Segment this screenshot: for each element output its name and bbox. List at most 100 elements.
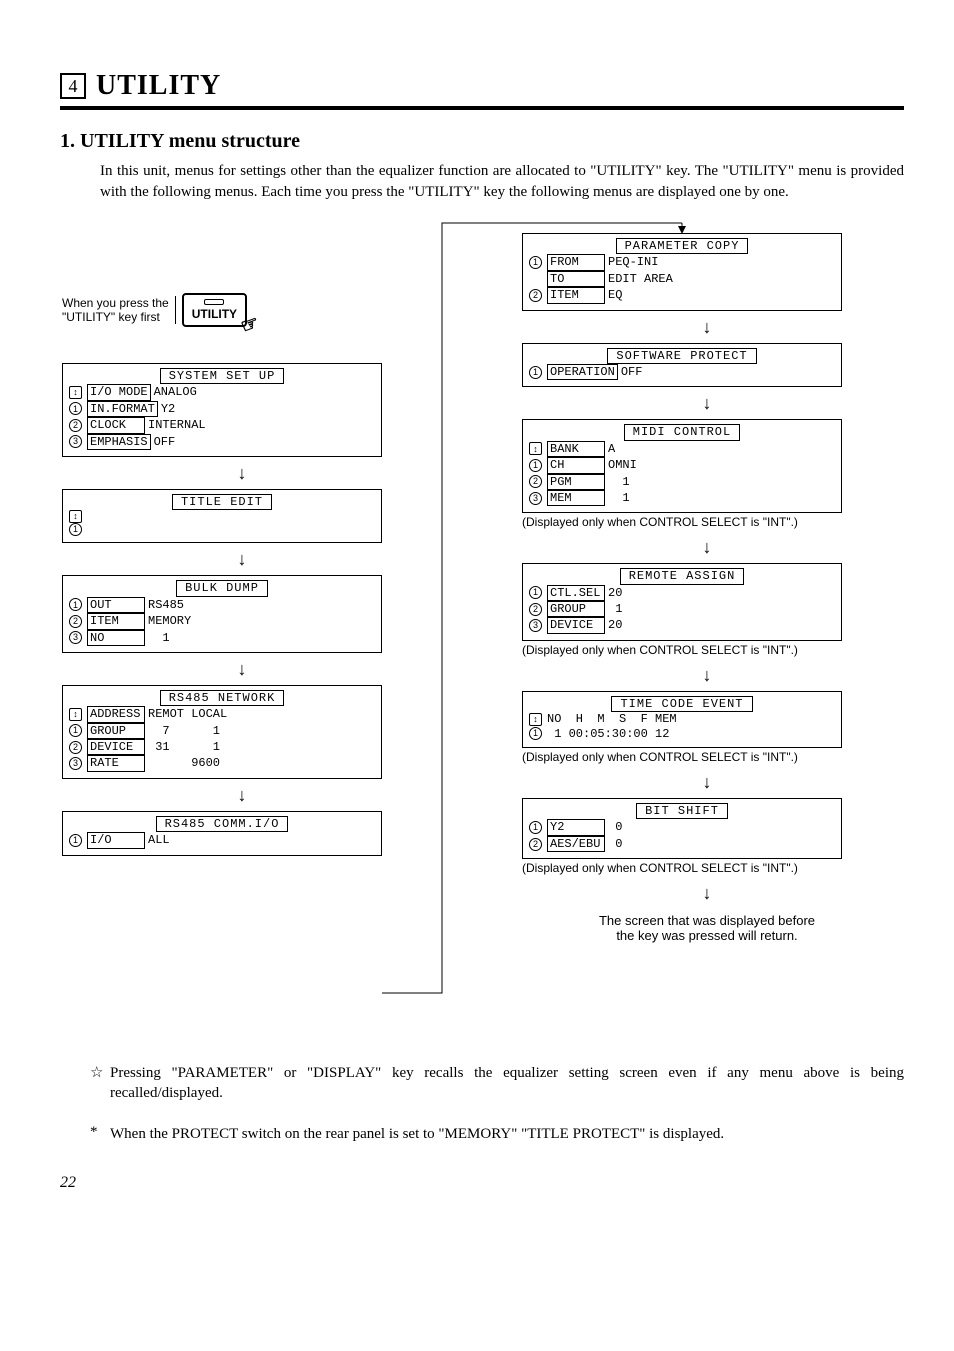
field-label: CTL.SEL <box>547 585 605 601</box>
row-index-icon: ↕ <box>529 442 542 455</box>
field-label: AES/EBU <box>547 836 605 852</box>
field-value: Y2 <box>161 402 175 416</box>
lcd-screen: SOFTWARE PROTECT 1 OPERATIONOFF <box>522 343 842 388</box>
screen-row: 1 CTL.SEL20 <box>529 585 835 601</box>
field-value: 20 <box>608 618 622 632</box>
screen-row: 1 1 00:05:30:00 12 <box>529 727 835 741</box>
screen-row: 1CHOMNI <box>529 457 835 473</box>
row-index-icon: 1 <box>529 586 542 599</box>
screen-row: 1IN.FORMATY2 <box>69 401 375 417</box>
lcd-screen: PARAMETER COPY1FROMPEQ-INITOEDIT AREA2IT… <box>522 233 842 311</box>
screen-row: 1I/OALL <box>69 832 375 848</box>
screen-title: SYSTEM SET UP <box>69 368 375 384</box>
field-value: 1 <box>608 475 630 489</box>
screen-row: 2CLOCKINTERNAL <box>69 417 375 433</box>
screen-row: ↕NO H M S F MEM <box>529 712 835 726</box>
flow-arrow: ↓ <box>522 311 892 343</box>
field-label: Y2 <box>547 819 605 835</box>
utility-key-callout: When you press the "UTILITY" key first U… <box>62 293 247 327</box>
field-value: REMOT LOCAL <box>148 707 227 721</box>
left-column: When you press the "UTILITY" key first U… <box>62 213 422 856</box>
field-value: 0 <box>608 837 622 851</box>
screen-row: ↕ ADDRESSREMOT LOCAL <box>69 706 375 722</box>
row-index-icon: 1 <box>69 523 82 536</box>
lcd-screen: BULK DUMP1OUTRS4852ITEMMEMORY3NO 1 <box>62 575 382 653</box>
screen-note: (Displayed only when CONTROL SELECT is "… <box>522 515 892 529</box>
field-label: DEVICE <box>87 739 145 755</box>
field-label: DEVICE <box>547 617 605 633</box>
field-value: A <box>608 442 615 456</box>
lcd-screen: RS485 COMM.I/O1I/OALL <box>62 811 382 856</box>
footnote: ☆Pressing "PARAMETER" or "DISPLAY" key r… <box>90 1063 904 1104</box>
flow-arrow: ↓ <box>62 457 422 489</box>
row-index-icon: 1 <box>69 402 82 415</box>
footnote-text: Pressing "PARAMETER" or "DISPLAY" key re… <box>110 1063 904 1104</box>
screen-title: BULK DUMP <box>69 580 375 596</box>
screen-title: BIT SHIFT <box>529 803 835 819</box>
row-index-icon: ↕ <box>69 510 82 523</box>
field-value: 31 1 <box>148 740 220 754</box>
row-index-icon: 3 <box>69 435 82 448</box>
screen-title: SOFTWARE PROTECT <box>529 348 835 364</box>
field-label: ITEM <box>547 287 605 303</box>
row-index-icon: 1 <box>529 366 542 379</box>
field-value: MEMORY <box>148 614 191 628</box>
lcd-screen: MIDI CONTROL↕BANKA1CHOMNI2PGM 13MEM 1 <box>522 419 842 513</box>
field-value: INTERNAL <box>148 418 206 432</box>
row-index-icon: 2 <box>529 289 542 302</box>
field-label: ADDRESS <box>87 706 145 722</box>
field-value: 0 <box>608 820 622 834</box>
lcd-screen: REMOTE ASSIGN1CTL.SEL202GROUP 13DEVICE20 <box>522 563 842 641</box>
screen-row: 2ITEMMEMORY <box>69 613 375 629</box>
row-index-icon: 1 <box>69 598 82 611</box>
field-label: I/O MODE <box>87 384 151 400</box>
row-index-icon: ↕ <box>69 708 82 721</box>
row-index-icon: 2 <box>69 741 82 754</box>
screen-note: (Displayed only when CONTROL SELECT is "… <box>522 750 892 764</box>
row-index-icon: 3 <box>529 492 542 505</box>
screen-title: RS485 COMM.I/O <box>69 816 375 832</box>
footnote: *When the PROTECT switch on the rear pan… <box>90 1124 904 1144</box>
field-label: BANK <box>547 441 605 457</box>
field-label: EMPHASIS <box>87 434 151 450</box>
field-value: 1 <box>608 602 622 616</box>
row-index-icon: ↕ <box>69 386 82 399</box>
page-number: 22 <box>60 1174 904 1192</box>
row-index-icon: 2 <box>529 475 542 488</box>
field-label: I/O <box>87 832 145 848</box>
flow-arrow: ↓ <box>62 653 422 685</box>
field-value: 1 <box>148 631 170 645</box>
screen-row: 3NO 1 <box>69 630 375 646</box>
field-value: 7 1 <box>148 724 220 738</box>
screen-row: 2GROUP 1 <box>529 601 835 617</box>
screen-row: 3DEVICE20 <box>529 617 835 633</box>
screen-row: 1 <box>69 523 375 536</box>
flow-arrow: ↓ <box>62 779 422 811</box>
screen-row: 1OUTRS485 <box>69 597 375 613</box>
row-index-icon: 1 <box>529 727 542 740</box>
row-index-icon: 2 <box>529 603 542 616</box>
flow-arrow: ↓ <box>522 877 892 909</box>
screen-row: 1 OPERATIONOFF <box>529 364 835 380</box>
screen-row: 3RATE 9600 <box>69 755 375 771</box>
field-label: OPERATION <box>547 364 618 380</box>
field-value: OFF <box>154 435 176 449</box>
footnote-mark: ☆ <box>90 1063 110 1104</box>
field-label: CH <box>547 457 605 473</box>
field-label: PGM <box>547 474 605 490</box>
screen-title: MIDI CONTROL <box>529 424 835 440</box>
flow-arrow: ↓ <box>522 387 892 419</box>
field-label: TO <box>547 271 605 287</box>
screen-row: ↕ <box>69 510 375 523</box>
footnote-mark: * <box>90 1124 110 1144</box>
flow-arrow: ↓ <box>522 766 892 798</box>
lcd-screen: SYSTEM SET UP↕I/O MODEANALOG1IN.FORMATY2… <box>62 363 382 457</box>
field-value: OFF <box>621 365 643 379</box>
screen-row: ↕ BANKA <box>529 441 835 457</box>
row-index-icon: ↕ <box>529 713 542 726</box>
field-value: ALL <box>148 833 170 847</box>
field-value: 20 <box>608 586 622 600</box>
row-index-icon: 3 <box>69 631 82 644</box>
lcd-screen: BIT SHIFT1Y2 02AES/EBU 0 <box>522 798 842 859</box>
row-index-icon: 1 <box>529 459 542 472</box>
